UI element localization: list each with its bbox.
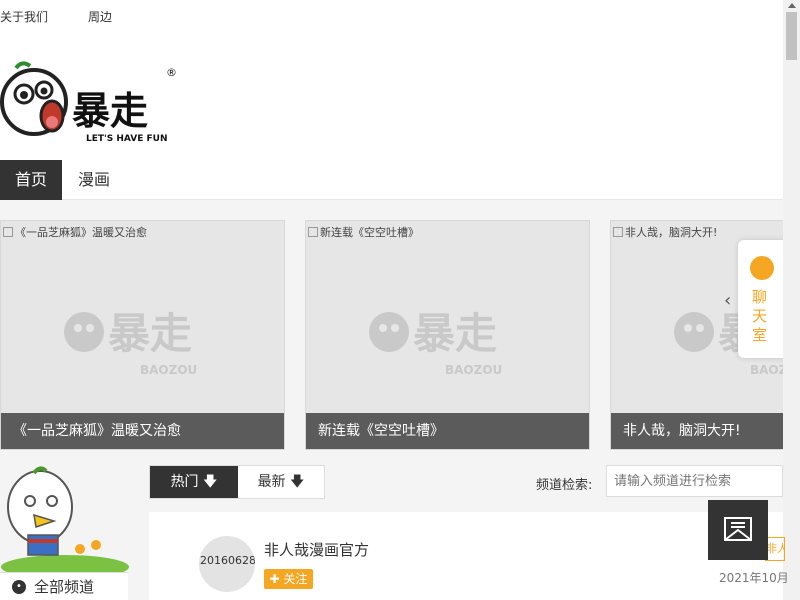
baozou-watermark-icon: 暴走 BAOZOU	[64, 309, 197, 377]
svg-text:®: ®	[166, 66, 177, 79]
user-name[interactable]: 非人哉漫画官方	[264, 539, 369, 560]
svg-text:暴走: 暴走	[72, 89, 148, 133]
banner-caption: 《一品芝麻狐》温暖又治愈	[1, 413, 284, 449]
broken-image-icon	[613, 227, 623, 237]
follow-button[interactable]: ✚ 关注	[264, 569, 313, 589]
banner-slide[interactable]: 《一品芝麻狐》温暖又治愈 暴走 BAOZOU 《一品芝麻狐》温暖又治愈	[0, 220, 285, 450]
sort-hot-tab[interactable]: 热门 🡇	[150, 466, 238, 498]
chat-room-label: 聊天室	[752, 288, 768, 344]
chat-bubble-icon	[750, 256, 774, 280]
main-nav: 首页 漫画	[0, 160, 783, 200]
all-channels-button[interactable]: • 全部频道	[0, 572, 128, 600]
banner-alt-text: 非人哉，脑洞大开!	[613, 224, 717, 240]
mascot-illustration-icon	[1, 466, 129, 575]
site-logo[interactable]: 暴走 ® LET'S HAVE FUN	[0, 58, 180, 144]
svg-text:BAOZOU: BAOZOU	[445, 363, 502, 377]
about-us-link[interactable]: 关于我们	[0, 8, 48, 25]
mail-icon	[724, 517, 752, 541]
tab-comics[interactable]: 漫画	[64, 160, 124, 200]
arrow-down-icon: 🡇	[290, 474, 305, 490]
feed-card: 20160628 非人哉漫画官方 ✚ 关注 非人 2021年10月	[149, 512, 789, 600]
message-button[interactable]	[708, 500, 768, 560]
sort-latest-tab[interactable]: 最新 🡇	[238, 466, 324, 498]
banner-alt-text: 《一品芝麻狐》温暖又治愈	[3, 224, 147, 240]
channel-search-input[interactable]	[606, 465, 783, 497]
chevron-left-icon[interactable]: ‹	[724, 290, 731, 311]
tab-home[interactable]: 首页	[0, 160, 62, 200]
channel-search-label: 频道检索:	[536, 478, 593, 493]
broken-image-icon	[308, 227, 318, 237]
follow-label: 关注	[283, 572, 308, 586]
channel-badge: 非人	[765, 537, 785, 561]
sort-tabs: 热门 🡇 最新 🡇	[149, 465, 325, 499]
baozou-watermark-icon: 暴走 BAOZOU	[369, 309, 502, 377]
sort-latest-label: 最新	[257, 474, 286, 490]
arrow-down-icon: 🡇	[203, 474, 218, 490]
page-scrollbar[interactable]	[783, 0, 800, 600]
plus-icon: ✚	[269, 572, 280, 586]
merch-link[interactable]: 周边	[88, 8, 112, 25]
scroll-up-icon[interactable]	[788, 3, 796, 8]
svg-text:暴走: 暴走	[108, 309, 192, 358]
avatar[interactable]: 20160628	[199, 536, 255, 592]
post-date: 2021年10月	[719, 571, 789, 585]
banner-caption: 非人哉，脑洞大开!	[611, 413, 789, 449]
sort-hot-label: 热门	[170, 474, 199, 490]
compass-icon: •	[12, 580, 26, 594]
top-bar: 关于我们 周边	[0, 0, 783, 30]
logo-mascot-icon: 暴走 ® LET'S HAVE FUN	[0, 61, 177, 144]
all-channels-label: 全部频道	[34, 578, 95, 596]
banner-slide[interactable]: 新连载《空空吐槽》 暴走 BAOZOU 新连载《空空吐槽》	[305, 220, 590, 450]
header: 暴走 ® LET'S HAVE FUN	[0, 30, 783, 160]
broken-image-icon	[3, 227, 13, 237]
svg-text:暴走: 暴走	[413, 309, 497, 358]
banner-caption: 新连载《空空吐槽》	[306, 413, 589, 449]
svg-text:BAOZOU: BAOZOU	[140, 363, 197, 377]
svg-text:LET'S HAVE FUN: LET'S HAVE FUN	[86, 134, 168, 144]
banner-alt-text: 新连载《空空吐槽》	[308, 224, 419, 240]
scrollbar-thumb[interactable]	[786, 12, 797, 60]
